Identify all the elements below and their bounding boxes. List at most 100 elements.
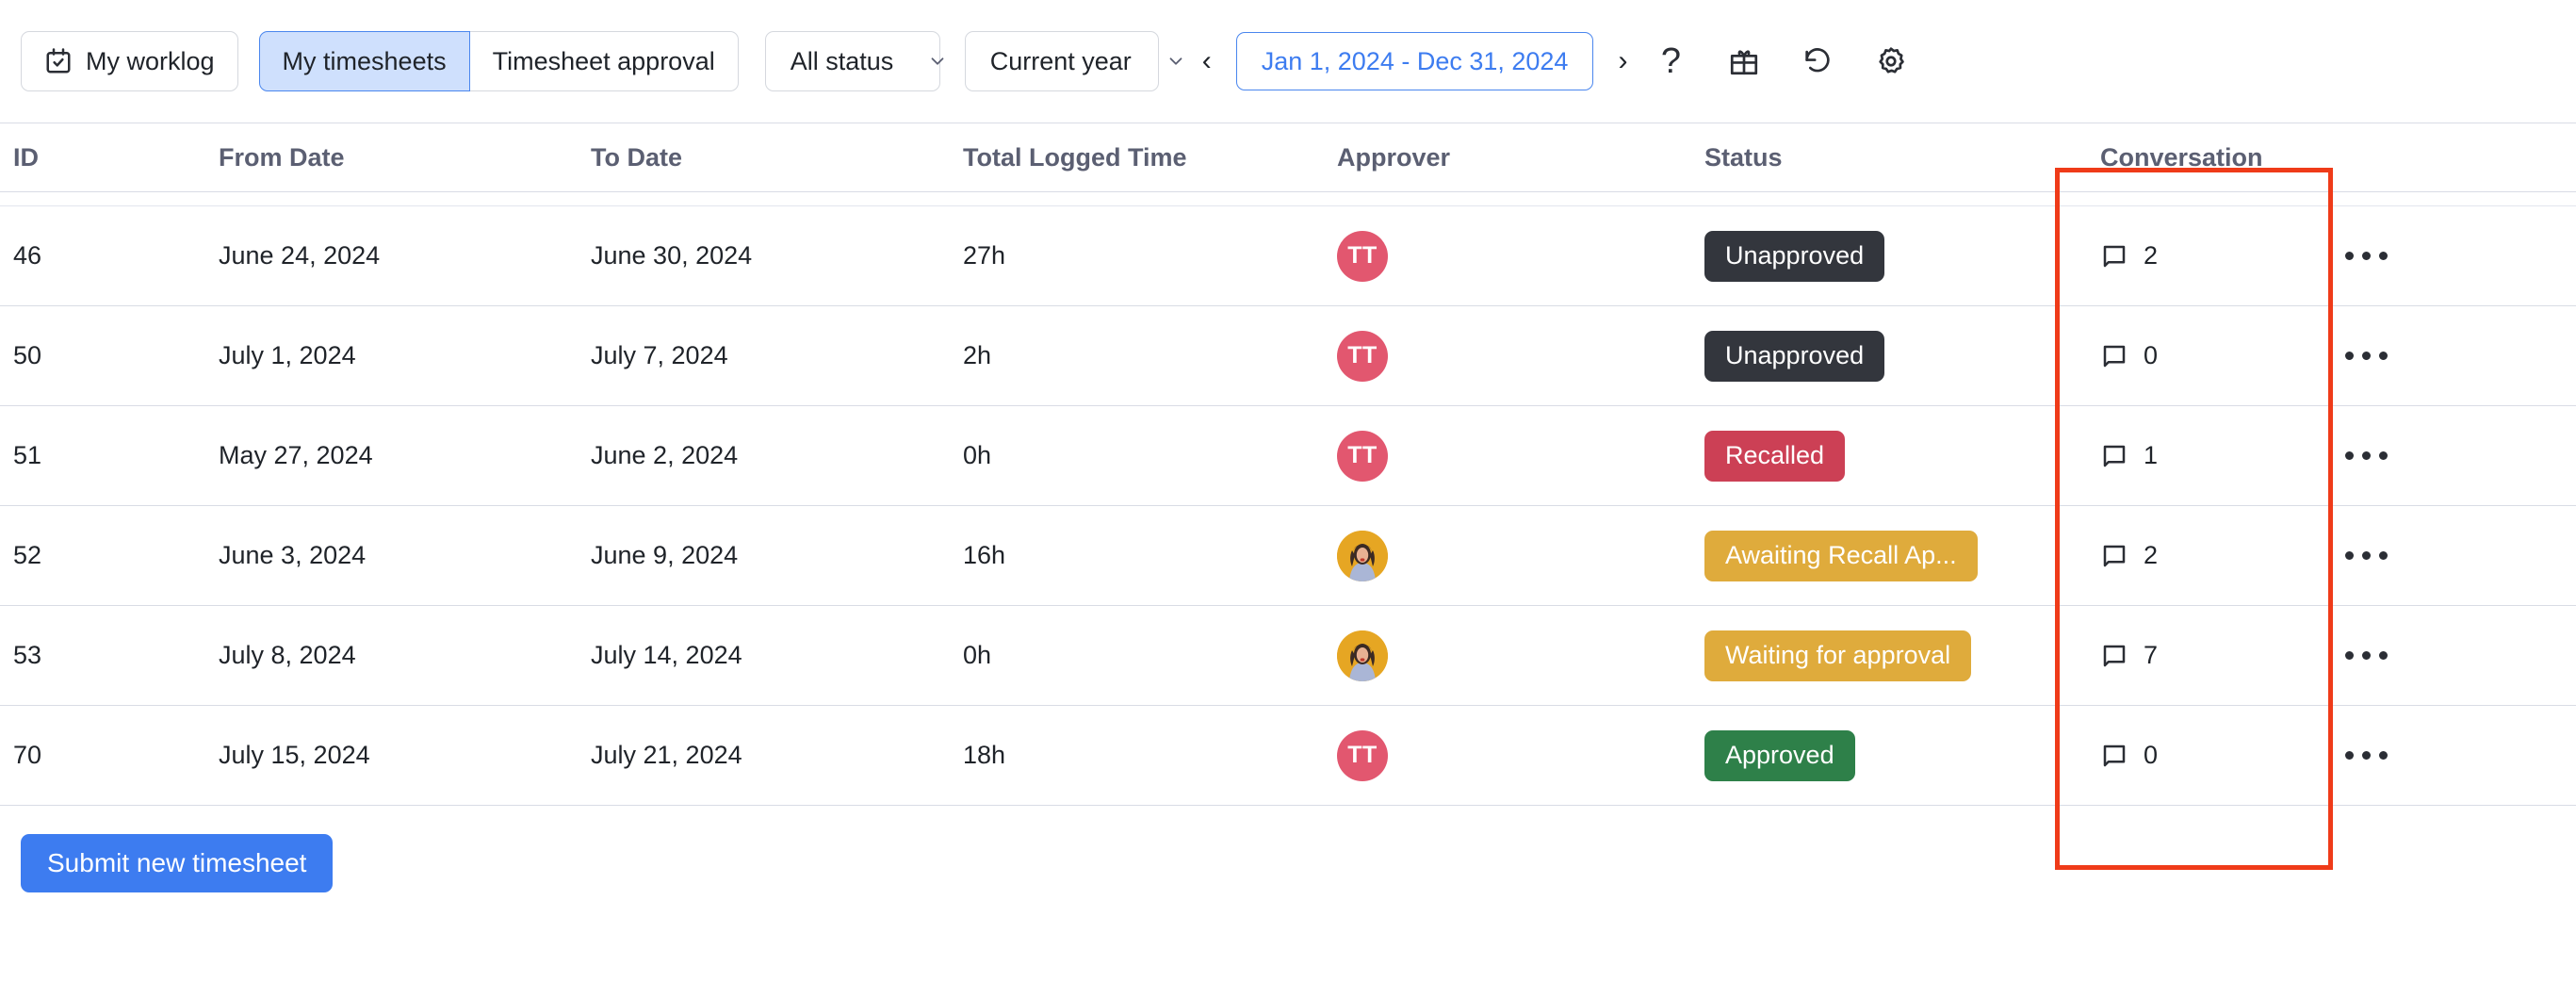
my-worklog-button[interactable]: My worklog: [21, 31, 238, 91]
cell-actions: [2302, 551, 2576, 560]
header-spacer: [0, 192, 2576, 205]
cell-conversation: 7: [2061, 641, 2302, 670]
avatar-photo: [1337, 531, 1388, 581]
table-row[interactable]: 50July 1, 2024July 7, 20242hTTUnapproved…: [0, 306, 2576, 405]
conversation-count: 2: [2144, 241, 2158, 270]
dot-icon: [2345, 651, 2354, 660]
column-header-id: ID: [0, 143, 219, 172]
avatar[interactable]: TT: [1337, 730, 1388, 781]
conversation-link[interactable]: 2: [2061, 541, 2302, 570]
comment-bubble-icon: [2100, 242, 2128, 270]
cell-status: Waiting for approval: [1704, 630, 2061, 681]
status-badge: Awaiting Recall Ap...: [1704, 531, 1978, 581]
comment-bubble-icon: [2100, 542, 2128, 570]
cell-actions: [2302, 352, 2576, 360]
cell-status: Recalled: [1704, 431, 2061, 482]
cell-approver: TT: [1337, 431, 1704, 482]
cell-total-logged-time: 27h: [963, 241, 1337, 270]
status-badge: Unapproved: [1704, 331, 1884, 382]
dot-icon: [2362, 352, 2371, 360]
status-badge: Approved: [1704, 730, 1855, 781]
tab-timesheet-approval-label: Timesheet approval: [493, 47, 715, 76]
cell-from-date: July 15, 2024: [219, 741, 591, 770]
tab-timesheet-approval[interactable]: Timesheet approval: [470, 31, 739, 91]
comment-bubble-icon: [2100, 642, 2128, 670]
conversation-link[interactable]: 7: [2061, 641, 2302, 670]
help-icon: ?: [1661, 43, 1681, 79]
history-button[interactable]: [1791, 35, 1844, 88]
conversation-link[interactable]: 0: [2061, 341, 2302, 370]
row-actions-menu-button[interactable]: [2302, 751, 2576, 760]
conversation-count: 7: [2144, 641, 2158, 670]
table-row[interactable]: 46June 24, 2024June 30, 202427hTTUnappro…: [0, 206, 2576, 305]
table-row[interactable]: 70July 15, 2024July 21, 202418hTTApprove…: [0, 706, 2576, 805]
previous-period-button[interactable]: ‹: [1185, 34, 1229, 89]
column-header-to-date: To Date: [591, 143, 963, 172]
row-actions-menu-button[interactable]: [2302, 651, 2576, 660]
table-row[interactable]: 52June 3, 2024June 9, 202416hAwaiting Re…: [0, 506, 2576, 605]
conversation-link[interactable]: 1: [2061, 441, 2302, 470]
cell-id: 52: [0, 541, 219, 570]
row-actions-menu-button[interactable]: [2302, 451, 2576, 460]
cell-approver: TT: [1337, 331, 1704, 382]
next-period-button[interactable]: ›: [1601, 34, 1644, 89]
cell-id: 50: [0, 341, 219, 370]
cell-from-date: June 24, 2024: [219, 241, 591, 270]
cell-status: Approved: [1704, 730, 2061, 781]
comment-bubble-icon: [2100, 342, 2128, 370]
dot-icon: [2362, 751, 2371, 760]
cell-status: Awaiting Recall Ap...: [1704, 531, 2061, 581]
cell-total-logged-time: 0h: [963, 441, 1337, 470]
cell-to-date: July 7, 2024: [591, 341, 963, 370]
cell-total-logged-time: 18h: [963, 741, 1337, 770]
cell-from-date: June 3, 2024: [219, 541, 591, 570]
avatar[interactable]: [1337, 630, 1388, 681]
row-actions-menu-button[interactable]: [2302, 352, 2576, 360]
cell-status: Unapproved: [1704, 231, 2061, 282]
dot-icon: [2345, 352, 2354, 360]
status-filter-value: All status: [791, 47, 894, 76]
avatar[interactable]: TT: [1337, 231, 1388, 282]
cell-from-date: May 27, 2024: [219, 441, 591, 470]
settings-button[interactable]: [1865, 35, 1917, 88]
dot-icon: [2379, 252, 2388, 260]
date-range-picker[interactable]: Jan 1, 2024 - Dec 31, 2024: [1236, 32, 1594, 90]
table-header-row: ID From Date To Date Total Logged Time A…: [0, 123, 2576, 191]
avatar-photo: [1337, 630, 1388, 681]
cell-conversation: 0: [2061, 741, 2302, 770]
my-worklog-label: My worklog: [86, 47, 215, 76]
cell-from-date: July 1, 2024: [219, 341, 591, 370]
dot-icon: [2345, 751, 2354, 760]
cell-actions: [2302, 651, 2576, 660]
table-row[interactable]: 51May 27, 2024June 2, 20240hTTRecalled1: [0, 406, 2576, 505]
conversation-link[interactable]: 0: [2061, 741, 2302, 770]
cell-from-date: July 8, 2024: [219, 641, 591, 670]
row-actions-menu-button[interactable]: [2302, 252, 2576, 260]
avatar[interactable]: TT: [1337, 431, 1388, 482]
tab-my-timesheets[interactable]: My timesheets: [259, 31, 470, 91]
dot-icon: [2345, 551, 2354, 560]
row-actions-menu-button[interactable]: [2302, 551, 2576, 560]
conversation-link[interactable]: 2: [2061, 241, 2302, 270]
avatar[interactable]: TT: [1337, 331, 1388, 382]
date-range-label: Jan 1, 2024 - Dec 31, 2024: [1262, 47, 1569, 76]
dot-icon: [2362, 451, 2371, 460]
period-filter-select[interactable]: Current year: [965, 31, 1159, 91]
gift-button[interactable]: [1718, 35, 1770, 88]
avatar[interactable]: [1337, 531, 1388, 581]
table-row[interactable]: 53July 8, 2024July 14, 20240hWaiting for…: [0, 606, 2576, 705]
view-tab-group: My timesheets Timesheet approval: [259, 31, 739, 91]
cell-status: Unapproved: [1704, 331, 2061, 382]
tab-my-timesheets-label: My timesheets: [283, 47, 447, 76]
gear-icon: [1875, 45, 1907, 77]
submit-new-timesheet-button[interactable]: Submit new timesheet: [21, 834, 333, 892]
status-badge: Waiting for approval: [1704, 630, 1971, 681]
cell-to-date: June 9, 2024: [591, 541, 963, 570]
status-filter-select[interactable]: All status: [765, 31, 940, 91]
history-icon: [1802, 45, 1834, 77]
help-button[interactable]: ?: [1644, 35, 1697, 88]
column-header-from-date: From Date: [219, 143, 591, 172]
timesheets-table: ID From Date To Date Total Logged Time A…: [0, 123, 2576, 806]
conversation-count: 1: [2144, 441, 2158, 470]
cell-to-date: June 2, 2024: [591, 441, 963, 470]
